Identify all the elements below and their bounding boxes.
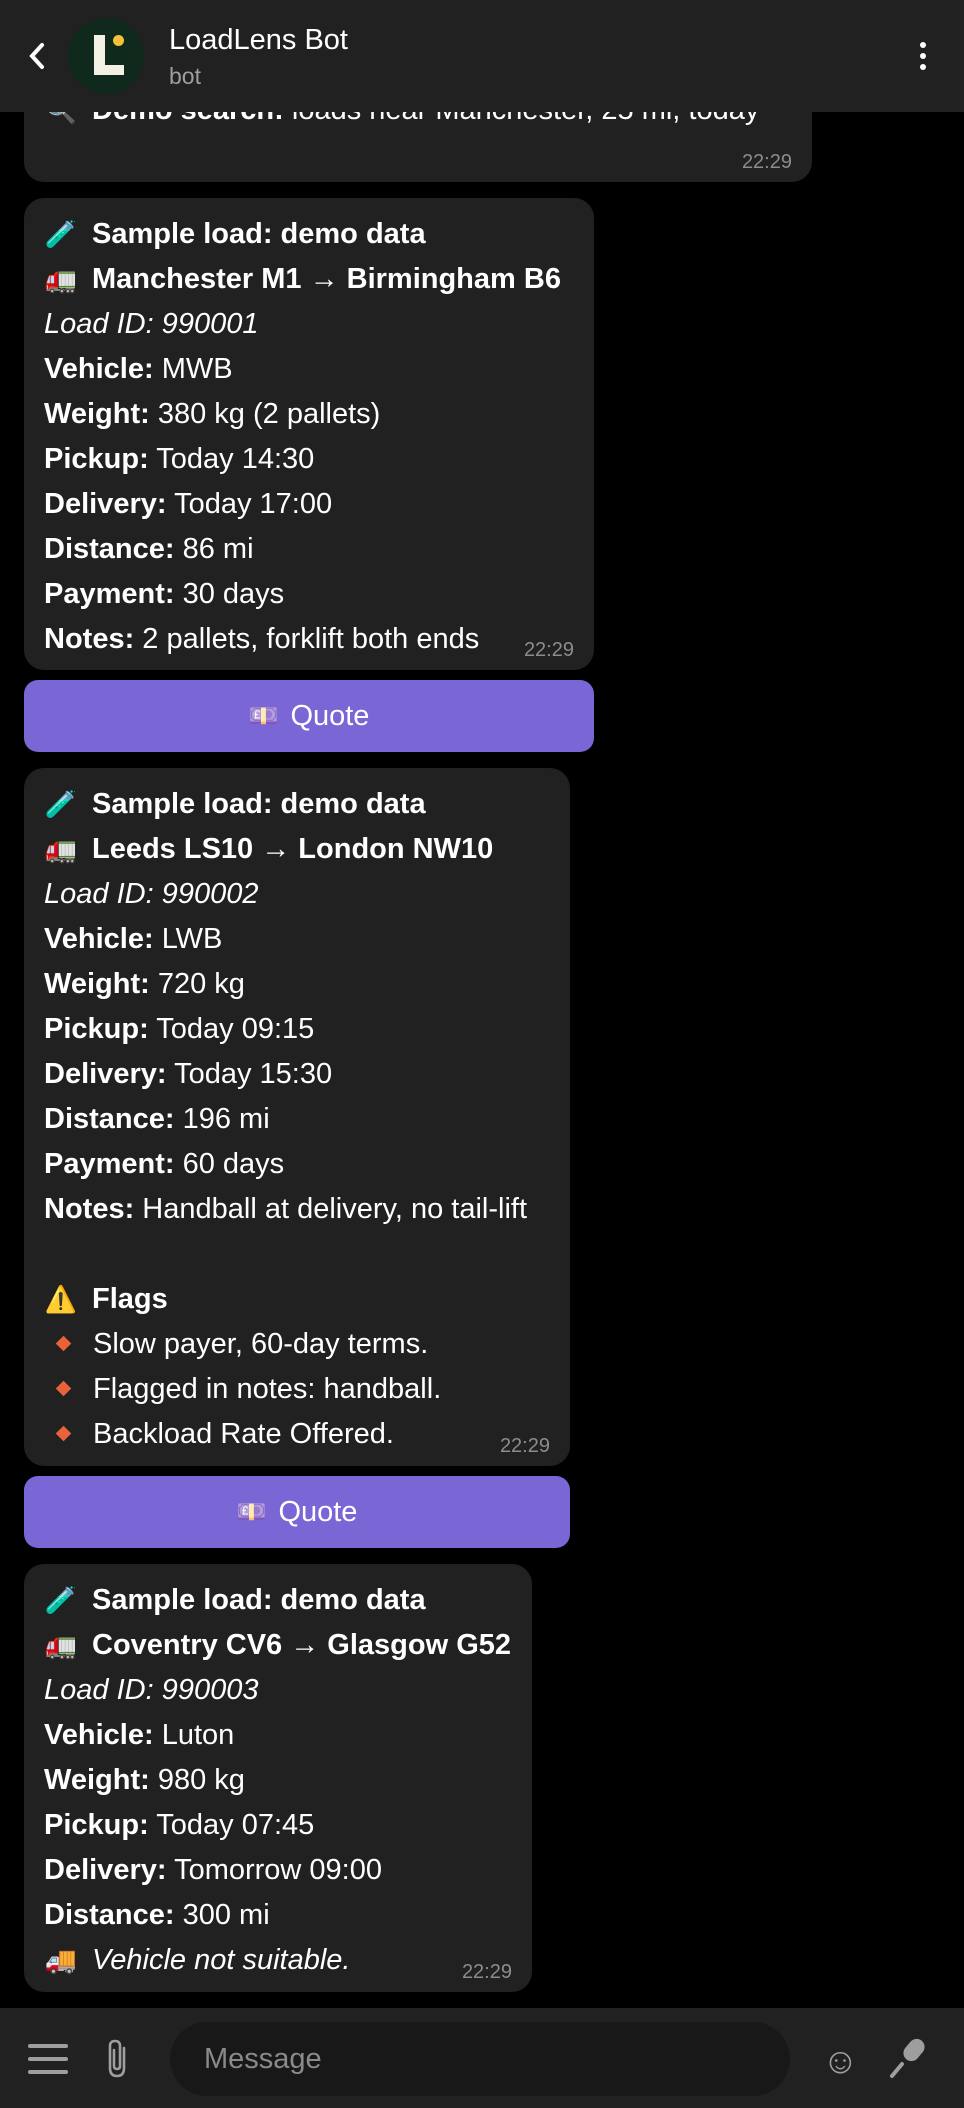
diamond-bullet-icon [55,1335,72,1352]
quote-button-1[interactable]: 💷 Quote [24,680,594,752]
diamond-bullet-icon [55,1425,72,1442]
emoji-icon[interactable]: ☺ [822,2040,859,2082]
card-heading: Sample load: demo data [92,218,426,250]
test-tube-icon: 🧪 [44,1585,78,1615]
delivery-value: Today 15:30 [174,1058,333,1090]
payment-value: 30 days [182,578,285,610]
vehicle-value: MWB [161,353,233,385]
message-time: 22:29 [523,639,574,661]
warning-icon: ⚠️ [44,1284,78,1314]
test-tube-icon: 🧪 [44,789,78,819]
chat-title[interactable]: LoadLens Bot [169,24,348,57]
pickup-value: Today 09:15 [156,1013,315,1045]
money-icon: 💷 [236,1498,267,1526]
truck-icon: 🚛 [44,264,78,294]
test-tube-icon: 🧪 [44,219,78,249]
route: Coventry CV6 → Glasgow G52 [92,1629,512,1661]
load-card-1: 🧪 Sample load: demo data 🚛 Manchester M1 →… [24,198,594,670]
chat-subtitle: bot [169,63,201,89]
pickup-value: Today 14:30 [156,443,315,475]
notes-value: 2 pallets, forklift both ends [142,623,480,655]
flags-title: Flags [92,1283,168,1315]
flag-item: Backload Rate Offered. [44,1412,550,1457]
avatar[interactable] [68,18,144,94]
menu-icon[interactable] [28,2044,68,2074]
load-card-3: 🧪 Sample load: demo data 🚛 Coventry CV6 → … [24,1564,532,1992]
message-input[interactable] [170,2022,790,2096]
vehicle-value: Luton [161,1719,235,1751]
route: Leeds LS10 → London NW10 [92,833,494,865]
distance-value: 196 mi [182,1103,270,1135]
money-icon: 💷 [248,702,279,730]
load-card-2: 🧪 Sample load: demo data 🚛 Leeds LS10 → Lo… [24,768,570,1466]
delivery-value: Tomorrow 09:00 [174,1854,382,1886]
weight-value: 720 kg [157,968,245,1000]
flag-item: Flagged in notes: handball. [44,1367,550,1412]
weight-value: 380 kg (2 pallets) [157,398,381,430]
truck-icon: 🚛 [44,834,78,864]
truck-icon: 🚛 [44,1630,78,1660]
diamond-bullet-icon [55,1380,72,1397]
card-heading: Sample load: demo data [92,1584,426,1616]
payment-value: 60 days [182,1148,285,1180]
chat-header: LoadLens Bot bot [0,0,964,112]
vehicle-value: LWB [161,923,223,955]
quote-button-2[interactable]: 💷 Quote [24,1476,570,1548]
load-id: Load ID: 990003 [44,1674,259,1706]
delivery-value: Today 17:00 [174,488,333,520]
warning-text: Vehicle not suitable. [92,1944,351,1976]
notes-value: Handball at delivery, no tail-lift [142,1193,527,1225]
card-heading: Sample load: demo data [92,788,426,820]
pickup-value: Today 07:45 [156,1809,315,1841]
message-time: 22:29 [741,151,792,173]
composer-bar: ☺ [0,2008,964,2108]
more-menu-icon[interactable] [918,42,928,74]
microphone-icon[interactable] [886,2034,930,2082]
distance-value: 300 mi [182,1899,270,1931]
route: Manchester M1 → Birmingham B6 [92,263,561,295]
delivery-truck-icon: 🚚 [44,1945,78,1975]
message-time: 22:29 [461,1961,512,1983]
distance-value: 86 mi [182,533,254,565]
message-time: 22:29 [499,1435,550,1457]
flag-item: Slow payer, 60-day terms. [44,1322,550,1367]
load-id: Load ID: 990001 [44,308,259,340]
load-id: Load ID: 990002 [44,878,259,910]
attach-icon[interactable] [104,2038,134,2080]
weight-value: 980 kg [157,1764,245,1796]
back-icon[interactable] [22,36,52,76]
